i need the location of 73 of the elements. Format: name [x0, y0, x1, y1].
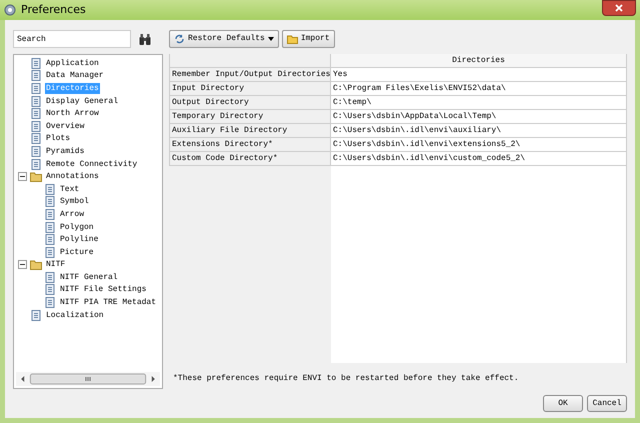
page-icon — [30, 158, 42, 170]
page-icon — [44, 284, 56, 296]
page-icon — [30, 58, 42, 69]
property-label: Extensions Directory* — [169, 138, 331, 152]
dialog-button[interactable]: Cancel — [587, 395, 627, 412]
property-value[interactable]: C:\Program Files\Exelis\ENVI52\data\ — [331, 82, 626, 96]
page-icon — [44, 196, 56, 208]
search-field[interactable]: Search — [13, 30, 131, 48]
folder-icon — [286, 34, 298, 44]
property-label: Input Directory — [169, 82, 331, 96]
close-icon — [615, 4, 623, 12]
tree-item[interactable]: Application — [45, 58, 100, 69]
tree-item[interactable]: Pyramids — [45, 146, 86, 157]
page-icon — [30, 120, 42, 132]
tree-item[interactable]: Arrow — [59, 208, 86, 220]
horizontal-scrollbar[interactable] — [16, 372, 160, 386]
restore-dropdown-button[interactable]: Restore Defaults — [169, 30, 279, 48]
import-button[interactable]: Import — [282, 30, 335, 48]
tree-item[interactable]: Overview — [45, 120, 86, 132]
page-icon — [44, 246, 56, 258]
binoculars-icon[interactable] — [139, 34, 151, 44]
page-icon — [30, 70, 42, 82]
tree-item[interactable]: Text — [59, 184, 80, 195]
property-label: Temporary Directory — [169, 110, 331, 124]
property-value[interactable]: C:\temp\ — [331, 96, 626, 110]
page-icon — [44, 234, 56, 246]
page-icon — [44, 297, 56, 308]
property-value[interactable]: C:\Users\dsbin\.idl\envi\custom_code5_2\ — [331, 152, 626, 166]
tree-item[interactable]: Symbol — [59, 196, 90, 208]
property-label: Remember Input/Output Directories — [169, 68, 331, 82]
page-icon — [30, 82, 42, 94]
page-icon — [30, 96, 42, 107]
page-icon — [30, 108, 42, 120]
property-label: Auxiliary File Directory — [169, 124, 331, 138]
page-icon — [44, 184, 56, 195]
tree-item[interactable]: Localization — [45, 310, 105, 321]
page-icon — [30, 146, 42, 157]
expander-icon[interactable] — [18, 172, 27, 182]
window-title: Preferences — [21, 2, 86, 18]
caret-icon — [268, 37, 274, 41]
folder-icon — [30, 171, 42, 182]
tree-item[interactable]: Annotations — [45, 171, 100, 182]
page-icon — [44, 272, 56, 283]
page-icon — [30, 133, 42, 144]
tree-item[interactable]: Picture — [59, 246, 95, 258]
property-label: Output Directory — [169, 96, 331, 110]
property-value[interactable]: C:\Users\dsbin\.idl\envi\extensions5_2\ — [331, 138, 626, 152]
close-button[interactable] — [602, 0, 636, 16]
app-icon — [4, 4, 16, 16]
tree-item[interactable]: NITF — [45, 259, 66, 270]
tree-item[interactable]: Polyline — [59, 234, 100, 246]
tree-item[interactable]: NITF File Settings — [59, 284, 148, 296]
tree-item[interactable]: Plots — [45, 133, 72, 144]
tree-item[interactable]: Polygon — [59, 222, 95, 233]
tree-item[interactable]: NITF General — [59, 272, 119, 283]
tree-item[interactable]: Remote Connectivity — [45, 158, 138, 170]
tree-item[interactable]: Display General — [45, 96, 120, 107]
page-icon — [44, 222, 56, 233]
tree-item[interactable]: NITF PIA TRE Metadat — [59, 297, 158, 308]
page-icon — [44, 208, 56, 220]
footnote-text: *These preferences require ENVI to be restarted before they take effect. — [172, 373, 520, 385]
property-value[interactable]: Yes — [331, 68, 626, 82]
tree-item[interactable]: North Arrow — [45, 108, 100, 120]
tree-item[interactable]: Data Manager — [45, 70, 105, 82]
folder-icon — [30, 259, 42, 270]
dialog-button[interactable]: OK — [543, 395, 583, 412]
property-value[interactable]: C:\Users\dsbin\.idl\envi\auxiliary\ — [331, 124, 626, 138]
expander-icon[interactable] — [18, 260, 27, 270]
column-header: Directories — [331, 54, 626, 68]
property-label: Custom Code Directory* — [169, 152, 331, 166]
page-icon — [30, 310, 42, 321]
property-value[interactable]: C:\Users\dsbin\AppData\Local\Temp\ — [331, 110, 626, 124]
refresh-icon — [174, 34, 185, 44]
